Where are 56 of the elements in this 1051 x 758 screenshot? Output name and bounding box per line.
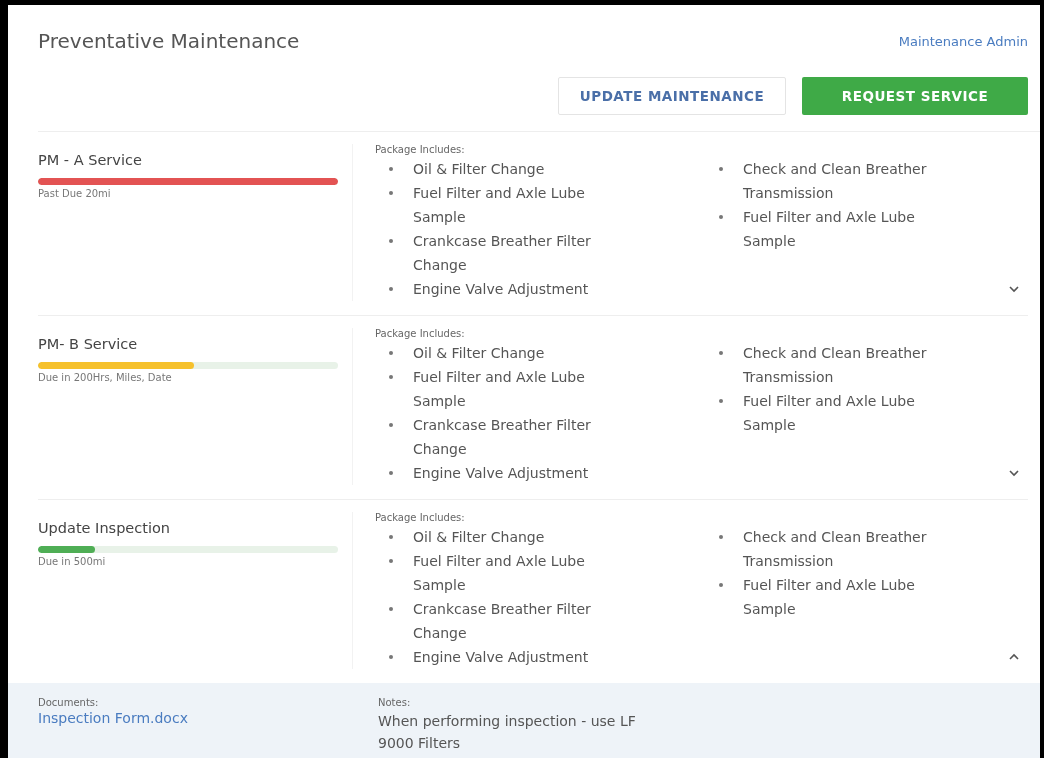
package-item: Fuel Filter and Axle Lube Sample xyxy=(413,368,586,411)
request-button[interactable]: REQUEST SERVICE xyxy=(802,77,1028,115)
documents-label: Documents: xyxy=(38,697,100,708)
service-name: PM- B Service xyxy=(38,336,139,352)
chevron-up-icon[interactable] xyxy=(1008,653,1020,661)
chevron-down-icon[interactable] xyxy=(1008,469,1020,477)
bullet-icon xyxy=(389,655,393,659)
package-item: Fuel Filter and Axle Lube Sample xyxy=(743,576,916,619)
bullet-icon xyxy=(719,535,723,539)
package-item: Oil & Filter Change xyxy=(413,344,545,363)
package-item: Crankcase Breather Filter Change xyxy=(413,416,592,459)
bullet-icon xyxy=(719,167,723,171)
package-item: Check and Clean Breather Transmission xyxy=(743,528,928,571)
service-name: PM - A Service xyxy=(38,152,143,168)
package-item: Oil & Filter Change xyxy=(413,528,545,547)
update-button[interactable]: UPDATE MAINTENANCE xyxy=(558,77,786,115)
bullet-icon xyxy=(389,167,393,171)
package-item: Crankcase Breather Filter Change xyxy=(413,232,592,275)
package-item: Fuel Filter and Axle Lube Sample xyxy=(743,392,916,435)
package-item: Check and Clean Breather Transmission xyxy=(743,344,928,387)
bullet-icon xyxy=(389,471,393,475)
status-text: Past Due 20mi xyxy=(38,188,112,199)
package-item: Check and Clean Breather Transmission xyxy=(743,160,928,203)
package-label: Package Includes: xyxy=(375,328,466,339)
bullet-icon xyxy=(389,535,393,539)
bullet-icon xyxy=(719,399,723,403)
package-item: Oil & Filter Change xyxy=(413,160,545,179)
package-item: Fuel Filter and Axle Lube Sample xyxy=(413,552,586,595)
package-label: Package Includes: xyxy=(375,144,466,155)
page-title: Preventative Maintenance xyxy=(38,29,300,53)
notes-text: When performing inspection - use LF 9000 Filters xyxy=(378,712,637,753)
bullet-icon xyxy=(389,607,393,611)
package-item: Crankcase Breather Filter Change xyxy=(413,600,592,643)
package-item: Engine Valve Adjustment xyxy=(413,648,589,667)
package-label: Package Includes: xyxy=(375,512,466,523)
bullet-icon xyxy=(719,583,723,587)
document-link[interactable]: Inspection Form.docx xyxy=(38,710,378,726)
status-text: Due in 500mi xyxy=(38,556,107,567)
bullet-icon xyxy=(389,423,393,427)
notes-label: Notes: xyxy=(378,697,412,708)
chevron-down-icon[interactable] xyxy=(1008,285,1020,293)
admin-link[interactable]: Maintenance Admin xyxy=(898,33,1028,49)
service-name: Update Inspection xyxy=(38,520,171,536)
bullet-icon xyxy=(389,559,393,563)
package-item: Engine Valve Adjustment xyxy=(413,280,589,299)
bullet-icon xyxy=(389,375,393,379)
package-item: Fuel Filter and Axle Lube Sample xyxy=(413,184,586,227)
package-item: Fuel Filter and Axle Lube Sample xyxy=(743,208,916,251)
bullet-icon xyxy=(389,287,393,291)
bullet-icon xyxy=(389,191,393,195)
package-item: Engine Valve Adjustment xyxy=(413,464,589,483)
bullet-icon xyxy=(719,215,723,219)
bullet-icon xyxy=(389,239,393,243)
bullet-icon xyxy=(719,351,723,355)
bullet-icon xyxy=(389,351,393,355)
status-text: Due in 200Hrs, Miles, Date xyxy=(38,372,173,383)
